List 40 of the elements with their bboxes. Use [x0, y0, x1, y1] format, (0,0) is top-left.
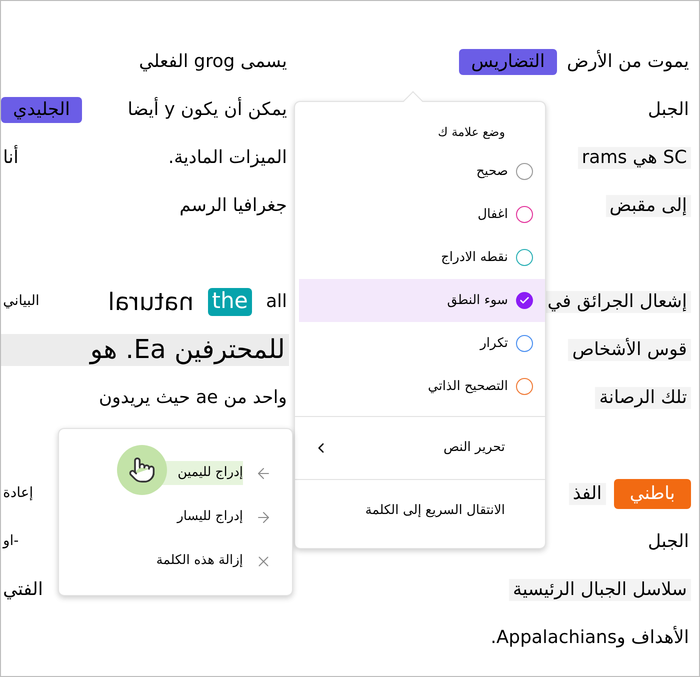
- mark-option[interactable]: صحيح: [299, 150, 545, 193]
- menu-item[interactable]: تحرير النص: [295, 417, 545, 479]
- word-text: natural: [107, 287, 195, 317]
- word-text: الميزات المادية.: [167, 146, 288, 170]
- word-text: all: [264, 290, 288, 314]
- word-text: جغرافيا الرسم: [178, 194, 288, 218]
- word-text: للمحترفين Ea. هو: [1, 334, 289, 366]
- word-text: باطني: [614, 478, 691, 510]
- word-text: الفذ: [568, 482, 606, 506]
- word-text: يموت من الأرض: [566, 50, 690, 74]
- word-text: أنا: [2, 146, 20, 170]
- mark-option[interactable]: التصحيح الذاتي: [299, 365, 545, 408]
- word-text: يسمى grog الفعلي: [138, 50, 288, 74]
- mark-option[interactable]: سوء النطق: [299, 279, 545, 322]
- word-text: التضاريس: [459, 48, 557, 76]
- word-text: إشعال الجرائق في: [544, 290, 691, 314]
- word-text: SC هي rams: [578, 146, 691, 170]
- word-text: واحد من ae حيث يريدون: [98, 386, 288, 410]
- menu-header: وضع علامة ك: [438, 124, 505, 141]
- word-text: الجبل: [646, 98, 690, 122]
- word-text: سلاسل الجبال الرئيسية: [508, 578, 691, 602]
- submenu-item[interactable]: إدراج لليسار: [125, 505, 243, 529]
- word-text: البياني: [2, 293, 40, 311]
- hand-cursor-icon: [117, 445, 167, 495]
- word-text: قوس الأشخاص: [568, 338, 691, 362]
- word-text: إعادة: [2, 485, 34, 503]
- mark-option[interactable]: نقطه الادراج: [299, 236, 545, 279]
- word-text: الأهداف وAppalachians.: [490, 626, 690, 650]
- word-text: الجليدي: [1, 96, 82, 124]
- menu-item[interactable]: الانتقال السريع إلى الكلمة: [295, 480, 545, 542]
- word-text: تلك الرصانة: [595, 386, 691, 410]
- word-text: the: [208, 288, 252, 316]
- word-text: -او: [2, 533, 20, 551]
- word-text: الجبل: [646, 530, 690, 554]
- mark-option[interactable]: اغفال: [299, 193, 545, 236]
- submenu-item[interactable]: إزالة هذه الكلمة: [104, 549, 243, 573]
- word-text: يمكن أن يكون y أيضا: [126, 98, 288, 122]
- word-text: الفتي: [2, 578, 44, 602]
- word-text: إلى مقبض: [606, 194, 691, 218]
- mark-option[interactable]: تكرار: [299, 322, 545, 365]
